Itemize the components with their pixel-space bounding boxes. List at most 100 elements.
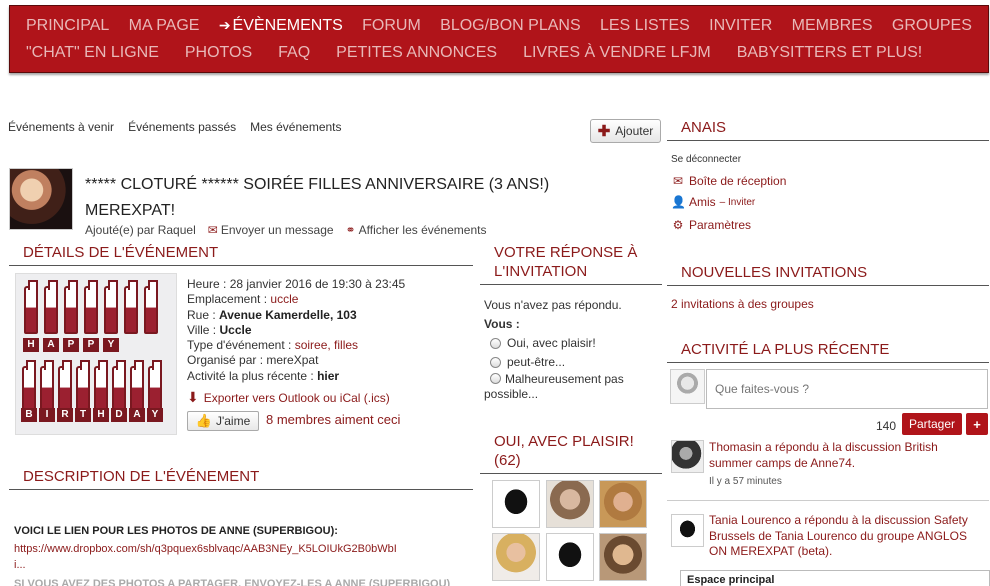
like-label: J'aime (215, 414, 251, 428)
attendee-avatar[interactable] (492, 480, 540, 528)
nav-item-forum[interactable]: FORUM (362, 17, 421, 35)
description-cut-text: SI VOUS AVEZ DES PHOTOS A PARTAGER, ENVO… (14, 578, 451, 586)
activity-avatar[interactable] (671, 440, 704, 473)
show-events-link[interactable]: ⚭ Afficher les événements (346, 223, 487, 237)
bottle-shape (104, 280, 118, 334)
like-count-link[interactable]: 8 membres aiment ceci (266, 412, 400, 427)
radio-maybe[interactable] (490, 357, 501, 368)
bottle-shape (24, 280, 38, 334)
letter-h: H (93, 408, 109, 422)
rsvp-option-yes[interactable]: Oui, avec plaisir! (484, 334, 659, 353)
event-image[interactable]: H A P P Y B I R T H D A Y (15, 273, 177, 435)
bottle-shape (94, 360, 108, 414)
radio-no[interactable] (490, 373, 501, 384)
export-calendar-link[interactable]: ⬇ Exporter vers Outlook ou iCal (.ics) (187, 389, 390, 406)
detail-location-link[interactable]: uccle (270, 292, 298, 306)
export-label: Exporter vers Outlook ou iCal (.ics) (203, 390, 390, 405)
link-upcoming-events[interactable]: Événements à venir (8, 120, 114, 134)
bottle-shape (112, 360, 126, 414)
my-avatar (670, 369, 705, 404)
nav-item-photos[interactable]: PHOTOS (185, 44, 252, 62)
rsvp-option-maybe[interactable]: peut-être... (484, 353, 659, 372)
nav-item-listes[interactable]: LES LISTES (600, 17, 690, 35)
friends-link[interactable]: 👤 Amis – Inviter (671, 195, 755, 209)
like-button[interactable]: 👍 J'aime (187, 411, 259, 431)
attendee-avatar[interactable] (546, 480, 594, 528)
user-heading: ANAIS (667, 118, 989, 141)
rsvp-option-no-label: Malheureusement pas possible... (484, 372, 624, 401)
attendee-avatar[interactable] (546, 533, 594, 581)
activity-item-text[interactable]: Tania Lourenco a répondu à la discussion… (709, 513, 979, 560)
nav-item-faq[interactable]: FAQ (278, 44, 310, 62)
detail-street-label: Rue : (187, 307, 216, 322)
letter-i: I (39, 408, 55, 422)
person-icon: 👤 (671, 195, 686, 209)
settings-link[interactable]: ⚙ Paramètres (671, 218, 751, 232)
nav-item-principal[interactable]: PRINCIPAL (26, 17, 109, 35)
letter-p: P (63, 338, 79, 352)
activity-item-text[interactable]: Thomasin a répondu à la discussion Briti… (709, 440, 979, 471)
bottle-shape (58, 360, 72, 414)
share-options-button[interactable]: + (966, 413, 988, 435)
show-events-label: Afficher les événements (358, 223, 487, 237)
nav-item-blog[interactable]: BLOG/BON PLANS (440, 17, 581, 35)
nav-item-babysitters[interactable]: BABYSITTERS ET PLUS! (737, 44, 923, 62)
activity-divider (667, 500, 989, 501)
added-by: Ajouté(e) par Raquel (85, 223, 196, 237)
description-photos-link[interactable]: https://www.dropbox.com/sh/q3pquex6sblva… (14, 541, 474, 573)
nav-item-evenements[interactable]: ➔ ÉVÈNEMENTS (219, 17, 343, 35)
group-invitations-link[interactable]: 2 invitations à des groupes (671, 297, 814, 311)
nav-item-membres[interactable]: MEMBRES (792, 17, 873, 35)
status-input[interactable] (706, 369, 988, 409)
detail-type-link[interactable]: soiree, filles (295, 338, 358, 352)
nav-item-groupes[interactable]: GROUPES (892, 17, 972, 35)
link-my-events[interactable]: Mes événements (250, 120, 341, 134)
description-link-cont: i... (14, 559, 26, 571)
add-event-label: Ajouter (615, 124, 654, 138)
rsvp-option-no[interactable]: Malheureusement pas possible... (484, 372, 659, 402)
detail-time: Heure : 28 janvier 2016 de 19:30 à 23:45 (187, 277, 405, 292)
envelope-icon: ✉ (207, 223, 218, 237)
attendee-avatar[interactable] (599, 480, 647, 528)
nav-item-inviter[interactable]: INVITER (709, 17, 772, 35)
invite-friends-link[interactable]: – Inviter (720, 197, 756, 208)
activity-item-time: Il y a 57 minutes (709, 476, 782, 487)
letter-y: Y (147, 408, 163, 422)
attendees-heading: OUI, AVEC PLAISIR! (62) (480, 432, 662, 474)
nav-item-petites-annonces[interactable]: PETITES ANNONCES (336, 44, 497, 62)
detail-city: Ville : Uccle (187, 323, 405, 338)
nav-item-ma-page[interactable]: MA PAGE (129, 17, 200, 35)
detail-recent-label: Activité la plus récente : (187, 368, 314, 383)
share-button[interactable]: Partager (902, 413, 962, 435)
bottle-shape (22, 360, 36, 414)
download-arrow-icon: ⬇ (187, 389, 199, 405)
radio-yes[interactable] (490, 338, 501, 349)
detail-street-value: Avenue Kamerdelle, 103 (219, 307, 357, 322)
rsvp-form: Vous n'avez pas répondu. Vous : Oui, ave… (484, 296, 659, 402)
added-by-user-link[interactable]: Raquel (158, 223, 196, 237)
nav-item-chat[interactable]: "CHAT" EN LIGNE (26, 44, 159, 62)
send-message-link[interactable]: ✉ Envoyer un message (208, 223, 334, 237)
logout-link[interactable]: Se déconnecter (671, 154, 741, 165)
inbox-link[interactable]: ✉ Boîte de réception (671, 174, 786, 188)
add-event-button[interactable]: ✚ Ajouter (590, 119, 661, 143)
added-by-prefix: Ajouté(e) par (85, 223, 155, 237)
letter-y: Y (103, 338, 119, 352)
friends-label: Amis (689, 195, 716, 209)
attendee-avatar[interactable] (599, 533, 647, 581)
nav-item-livres[interactable]: LIVRES À VENDRE LFJM (523, 44, 711, 62)
activity-avatar[interactable] (671, 514, 704, 547)
bottle-shape (84, 280, 98, 334)
link-past-events[interactable]: Événements passés (128, 120, 236, 134)
letter-t: T (75, 408, 91, 422)
organizer-avatar[interactable] (9, 168, 73, 230)
attendee-avatar[interactable] (492, 533, 540, 581)
description-strong-text: VOICI LE LIEN POUR LES PHOTOS DE ANNE (S… (14, 525, 338, 537)
rsvp-option-yes-label: Oui, avec plaisir! (507, 336, 596, 350)
gear-icon: ⚙ (672, 218, 684, 232)
main-space-chat-bar[interactable]: Espace principal (680, 570, 990, 586)
details-heading: DÉTAILS DE L'ÉVÉNEMENT (9, 243, 473, 266)
rsvp-option-maybe-label: peut-être... (507, 355, 566, 369)
detail-organizer: Organisé par : mereXpat (187, 353, 405, 368)
event-title: ***** CLOTURÉ ****** SOIRÉE FILLES ANNIV… (85, 176, 550, 219)
